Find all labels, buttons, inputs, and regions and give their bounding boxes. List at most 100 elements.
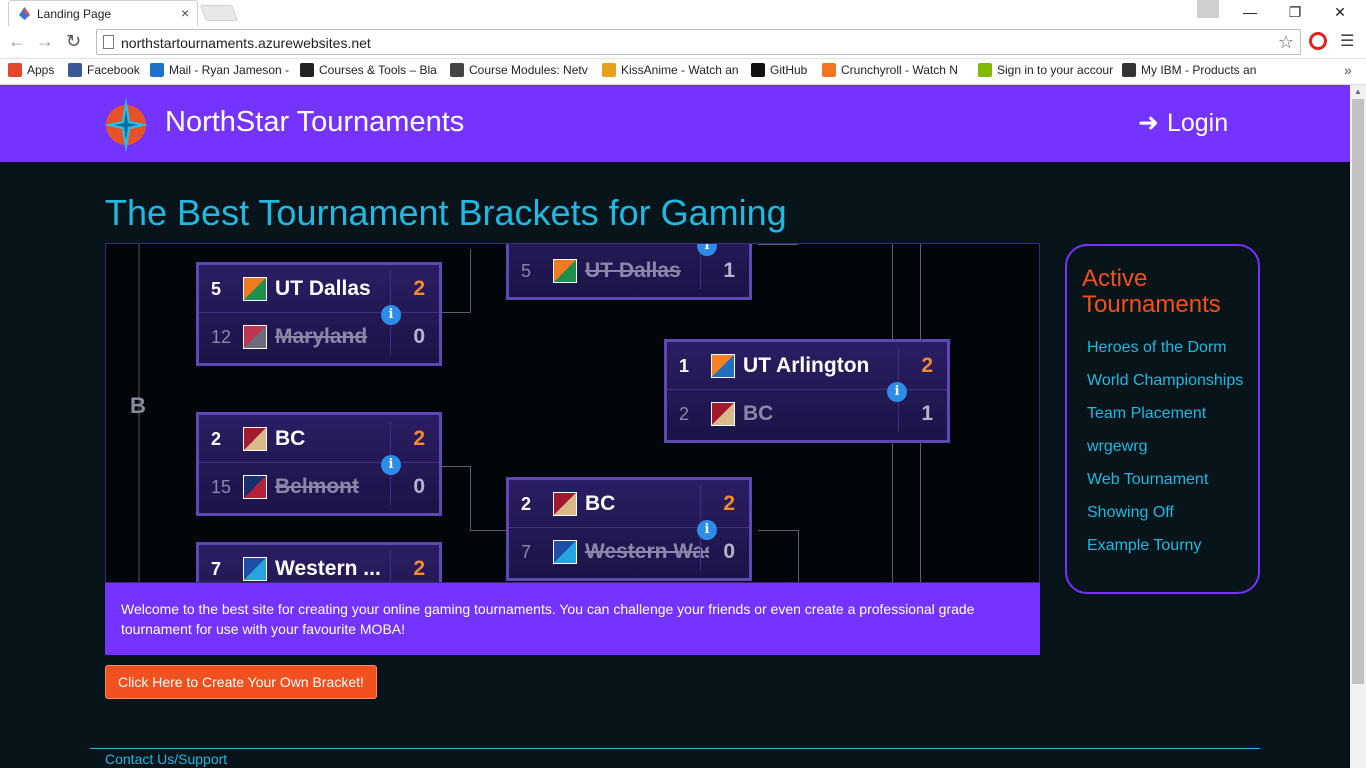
bookmark-label: Facebook [87, 63, 140, 77]
team-name: Western Was [585, 540, 709, 563]
score: 2 [413, 277, 425, 300]
team-name: Western ... [275, 557, 381, 580]
seed: 12 [211, 327, 232, 347]
forward-icon[interactable]: → [36, 31, 54, 52]
team-name: UT Arlington [743, 354, 870, 377]
seed: 15 [211, 477, 232, 497]
bracket-showcase-image: B 5 UT Dallas 2 12 Maryland 0 i 2 BC 2 1… [105, 243, 1040, 583]
tournament-link[interactable]: Example Tourny [1087, 534, 1252, 557]
address-bar: ← → ↻ northstartournaments.azurewebsites… [0, 26, 1366, 59]
browser-tab[interactable]: Landing Page × [8, 0, 198, 26]
seed: 5 [521, 261, 532, 281]
match-team-row: 2 BC 2 [199, 415, 439, 463]
team-name: UT Dallas [275, 277, 371, 300]
opera-extension-icon[interactable] [1309, 32, 1327, 50]
seed: 2 [679, 404, 690, 424]
contact-support-link[interactable]: Contact Us/Support [105, 751, 227, 767]
site-brand[interactable]: NorthStar Tournaments [165, 106, 464, 139]
match-team-row: 7 Western ... 2 [199, 545, 439, 582]
tournament-link[interactable]: wrgewrg [1087, 435, 1252, 458]
bookmark-item[interactable]: Sign in to your accour [978, 63, 1113, 81]
facebook-icon [68, 63, 82, 77]
seed: 7 [211, 559, 222, 579]
team-name: Maryland [275, 325, 368, 348]
match-team-row: 12 Maryland 0 [199, 313, 439, 361]
score: 2 [723, 492, 735, 515]
team-flag [553, 259, 577, 283]
match-team-row: 5 UT Dallas 2 [199, 265, 439, 313]
panel-heading: Active Tournaments [1082, 265, 1221, 318]
site-header: NorthStar Tournaments ➜ Login [0, 85, 1350, 162]
bookmark-label: My IBM - Products an [1141, 63, 1257, 77]
bookmark-item[interactable]: Mail - Ryan Jameson - [150, 63, 290, 81]
seed: 5 [211, 279, 222, 299]
team-name: BC [275, 427, 306, 450]
score: 2 [413, 427, 425, 450]
team-flag [553, 540, 577, 564]
more-bookmarks-icon[interactable]: » [1344, 62, 1352, 78]
close-window-icon[interactable]: ✕ [1318, 0, 1362, 24]
team-name: UT Dallas [585, 259, 681, 282]
browser-tab-bar: Landing Page × — ❐ ✕ [0, 0, 1366, 26]
team-flag [711, 354, 735, 378]
tournament-link[interactable]: Heroes of the Dorm [1087, 336, 1252, 359]
tournament-link[interactable]: World Championships [1087, 369, 1252, 392]
bookmark-item[interactable]: Apps [8, 63, 63, 81]
team-name: Belmont [275, 475, 359, 498]
match-team-row: 15 Belmont 0 [199, 463, 439, 511]
bookmark-item[interactable]: Courses & Tools – Bla [300, 63, 440, 81]
score: 2 [413, 557, 425, 580]
bookmark-item[interactable]: Crunchyroll - Watch N [822, 63, 967, 81]
score: 1 [723, 259, 735, 282]
info-icon: i [381, 305, 401, 325]
vertical-scrollbar[interactable]: ▲ [1350, 85, 1366, 768]
bookmark-item[interactable]: Course Modules: Netv [450, 63, 590, 81]
bookmark-label: Crunchyroll - Watch N [841, 63, 958, 77]
bookmark-label: KissAnime - Watch an [621, 63, 739, 77]
back-icon[interactable]: ← [8, 31, 26, 52]
bookmark-item[interactable]: Facebook [68, 63, 146, 81]
active-tournaments-panel: Active Tournaments Heroes of the Dorm Wo… [1065, 244, 1260, 594]
login-link[interactable]: ➜ Login [1138, 108, 1228, 138]
team-flag [243, 325, 267, 349]
seed: 2 [211, 429, 222, 449]
page-icon [103, 35, 114, 49]
tournament-link[interactable]: Showing Off [1087, 501, 1252, 524]
match-team-row: 1 UT Arlington 2 [667, 342, 947, 390]
score: 1 [921, 402, 933, 425]
sign-in-icon: ➜ [1138, 109, 1159, 137]
minimize-icon[interactable]: — [1228, 0, 1272, 24]
bracket-match: 5 UT Dallas 1 i [506, 244, 752, 300]
bookmark-label: Courses & Tools – Bla [319, 63, 437, 77]
close-tab-icon[interactable]: × [181, 5, 189, 21]
scroll-up-icon[interactable]: ▲ [1354, 87, 1362, 96]
bracket-region-label: B [130, 393, 146, 418]
chrome-menu-icon[interactable]: ☰ [1340, 31, 1354, 51]
score: 0 [413, 325, 425, 348]
tournament-link[interactable]: Team Placement [1087, 402, 1252, 425]
page-viewport: NorthStar Tournaments ➜ Login The Best To… [0, 85, 1350, 768]
login-label: Login [1166, 109, 1229, 137]
bookmark-item[interactable]: My IBM - Products an [1122, 63, 1257, 81]
info-icon: i [887, 382, 907, 402]
bookmark-label: Sign in to your accour [997, 63, 1113, 77]
reload-icon[interactable]: ↻ [66, 31, 81, 52]
bookmarks-bar: » Apps Facebook Mail - Ryan Jameson - Cours… [0, 59, 1366, 85]
bookmark-star-icon[interactable]: ☆ [1278, 32, 1294, 53]
score: 2 [921, 354, 933, 377]
url-input[interactable]: northstartournaments.azurewebsites.net ☆ [96, 29, 1301, 55]
bookmark-item[interactable]: GitHub [751, 63, 813, 81]
bracket-match: 2 BC 2 7 Western Was 0 i [506, 477, 752, 581]
new-tab-button[interactable] [200, 5, 238, 21]
info-icon: i [381, 455, 401, 475]
bookmark-label: GitHub [770, 63, 808, 77]
github-icon [751, 63, 765, 77]
tournament-link[interactable]: Web Tournament [1087, 468, 1252, 491]
favicon-icon [19, 7, 30, 20]
user-profile-icon[interactable] [1197, 0, 1219, 18]
bracket-match: 7 Western ... 2 [196, 542, 442, 582]
maximize-icon[interactable]: ❐ [1273, 0, 1317, 24]
create-bracket-button[interactable]: Click Here to Create Your Own Bracket! [105, 665, 377, 699]
bookmark-item[interactable]: KissAnime - Watch an [602, 63, 742, 81]
scrollbar-thumb[interactable] [1352, 99, 1364, 684]
